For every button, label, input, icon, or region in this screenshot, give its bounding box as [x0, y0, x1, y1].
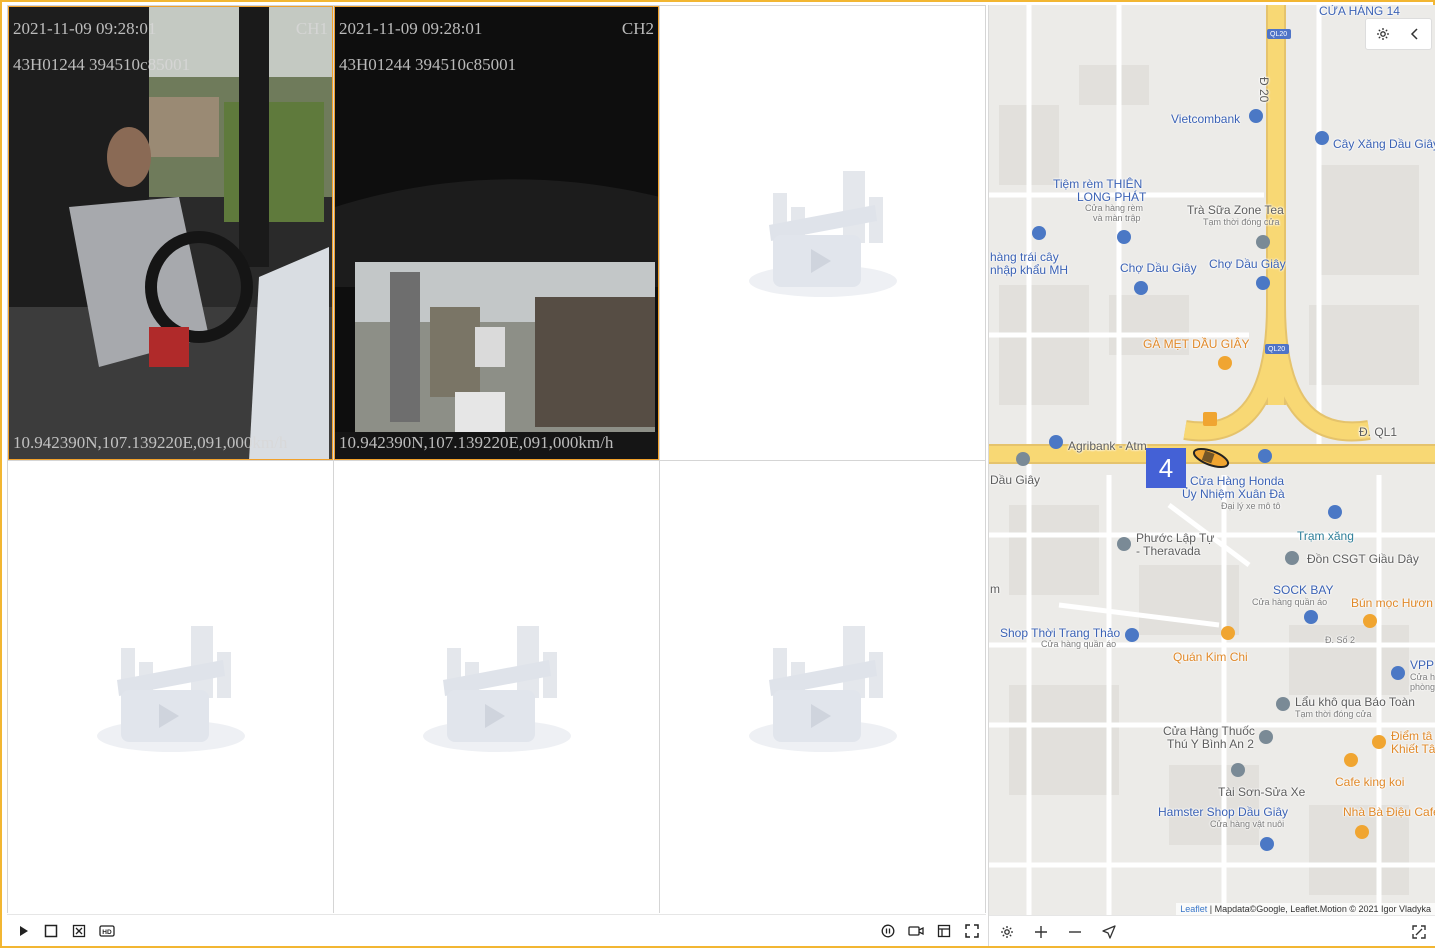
video-cell-empty[interactable] — [660, 6, 985, 460]
map-view[interactable]: CỬA HÀNG 14 QL20 Đ 20 Vietcombank Cây Xă… — [989, 5, 1435, 915]
map-label: Cửa hàng quần áo — [1041, 639, 1117, 649]
video-placeholder-icon — [422, 626, 571, 752]
close-all-icon[interactable] — [69, 921, 89, 941]
video-panel: 2021-11-09 09:28:01 43H01244 394510c8500… — [7, 5, 986, 946]
map-label: Bún mọc Hươn — [1351, 596, 1433, 610]
map-label: Lẩu khô qua Báo Toàn — [1295, 695, 1415, 709]
map-label: Trạm xăng — [1297, 529, 1354, 543]
osd-vehicle-id: 43H01244 394510c85001 — [339, 55, 517, 74]
record-icon[interactable] — [906, 921, 926, 941]
map-label: Cửa hàng quần áo — [1252, 597, 1328, 607]
map-label: Thú Y Bình An 2 — [1167, 737, 1254, 751]
map-label: SOCK BAY — [1273, 583, 1334, 597]
map-label: Cửa hàng vật nuôi — [1210, 819, 1285, 829]
map-label: m — [990, 582, 1000, 596]
map-panel: CỬA HÀNG 14 QL20 Đ 20 Vietcombank Cây Xă… — [988, 5, 1435, 946]
video-cell-empty[interactable] — [8, 461, 333, 915]
map-label: Hamster Shop Dầu Giây — [1158, 805, 1289, 819]
map-attribution: Leaflet | Mapdata©Google, Leaflet.Motion… — [1176, 903, 1435, 915]
map-label: Chợ Dầu Giây — [1120, 261, 1197, 275]
leaflet-link[interactable]: Leaflet — [1180, 904, 1207, 914]
map-label: - Theravada — [1136, 544, 1201, 558]
map-label: VPP — [1410, 658, 1435, 672]
map-label: GÀ MẸT DẦU GIÂY — [1143, 337, 1250, 351]
map-label: Cửa hàng rèm — [1085, 203, 1144, 213]
map-label: Chợ Dầu Giây — [1209, 257, 1286, 271]
pause-circle-icon[interactable] — [878, 921, 898, 941]
video-grid: 2021-11-09 09:28:01 43H01244 394510c8500… — [7, 5, 986, 915]
osd-channel: CH2 — [621, 19, 654, 38]
stop-icon[interactable] — [41, 921, 61, 941]
map-label: QL20 — [1268, 346, 1286, 353]
vehicle-badge[interactable]: 4 — [1146, 448, 1186, 488]
map-label: và màn trập — [1093, 213, 1141, 223]
map-label: Nhà Bà Điệu Cafe — [1343, 805, 1435, 819]
video-toolbar: HD — [7, 914, 986, 946]
video-cell-empty[interactable] — [660, 461, 985, 915]
locate-icon[interactable] — [1099, 922, 1119, 942]
settings-icon[interactable] — [997, 922, 1017, 942]
map-label: Trà Sữa Zone Tea — [1187, 203, 1284, 217]
video-placeholder-icon — [96, 626, 245, 752]
map-label: Cửa h — [1410, 672, 1435, 682]
video-placeholder-icon — [748, 171, 897, 297]
map-label: Tạm thời đóng cửa — [1203, 217, 1280, 227]
map-label: nhập khẩu MH — [990, 263, 1069, 277]
video-placeholder-icon — [748, 626, 897, 752]
map-label: Đ. QL1 — [1359, 425, 1398, 439]
map-control-box — [1365, 18, 1432, 50]
map-label: CỬA HÀNG 14 — [1319, 5, 1400, 18]
map-label: Đồn CSGT Giầu Dây — [1307, 552, 1419, 566]
map-label: Đ 20 — [1257, 77, 1271, 103]
osd-gps: 10.942390N,107.139220E,091,000km/h — [13, 433, 288, 452]
settings-icon[interactable] — [1376, 27, 1390, 41]
video-cell-ch1[interactable]: 2021-11-09 09:28:01 43H01244 394510c8500… — [8, 6, 333, 460]
play-icon[interactable] — [13, 921, 33, 941]
fit-bounds-icon[interactable] — [1409, 922, 1429, 942]
map-label: Cây Xăng Dầu Giây — [1333, 137, 1435, 151]
map-label: Tạm thời đóng cửa — [1295, 709, 1372, 719]
zoom-in-icon[interactable] — [1031, 922, 1051, 942]
map-label: Đại lý xe mô tô — [1221, 501, 1281, 511]
map-label: Đ. Số 2 — [1325, 635, 1356, 645]
map-label: phòng — [1410, 682, 1435, 692]
map-label: Agribank - Atm — [1068, 439, 1147, 453]
app-window: 2021-11-09 09:28:01 43H01244 394510c8500… — [0, 0, 1435, 948]
map-label: Vietcombank — [1171, 112, 1241, 126]
osd-timestamp: 2021-11-09 09:28:01 — [13, 19, 157, 38]
osd-vehicle-id: 43H01244 394510c85001 — [13, 55, 191, 74]
map-label: Tài Sơn-Sửa Xe — [1218, 785, 1306, 799]
osd-gps: 10.942390N,107.139220E,091,000km/h — [339, 433, 614, 452]
osd-timestamp: 2021-11-09 09:28:01 — [339, 19, 483, 38]
svg-text:HD: HD — [102, 929, 112, 936]
map-label: Dầu Giây — [990, 473, 1041, 487]
map-label: Ủy Nhiệm Xuân Đà — [1182, 487, 1285, 501]
map-label: Quán Kim Chi — [1173, 650, 1248, 664]
zoom-out-icon[interactable] — [1065, 922, 1085, 942]
hd-icon[interactable]: HD — [97, 921, 117, 941]
map-label: Cafe king koi — [1335, 775, 1405, 789]
map-label: Khiết Tâ — [1391, 742, 1435, 756]
map-toolbar — [989, 915, 1435, 946]
collapse-icon[interactable] — [1409, 28, 1421, 40]
attribution-text: | Mapdata©Google, Leaflet.Motion © 2021 … — [1207, 904, 1431, 914]
map-label: QL20 — [1270, 31, 1288, 38]
layout-icon[interactable] — [934, 921, 954, 941]
video-cell-empty[interactable] — [334, 461, 659, 915]
fullscreen-icon[interactable] — [962, 921, 982, 941]
osd-channel: CH1 — [295, 19, 328, 38]
video-cell-ch2[interactable]: 2021-11-09 09:28:01 43H01244 394510c8500… — [334, 6, 659, 460]
